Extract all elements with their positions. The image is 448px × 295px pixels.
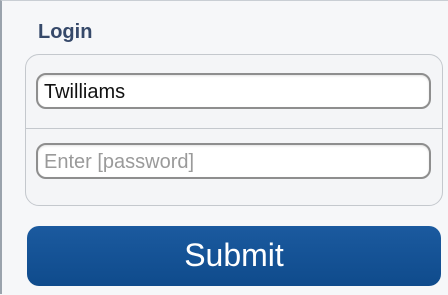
login-form-group: Twilliams Enter [password] (25, 54, 443, 206)
login-panel: Login Twilliams Enter [password] Submit (0, 0, 448, 294)
password-field[interactable]: Enter [password] (36, 143, 431, 179)
login-title: Login (38, 21, 93, 43)
username-field[interactable]: Twilliams (36, 73, 431, 109)
field-divider (26, 128, 442, 129)
submit-button[interactable]: Submit (27, 226, 441, 286)
